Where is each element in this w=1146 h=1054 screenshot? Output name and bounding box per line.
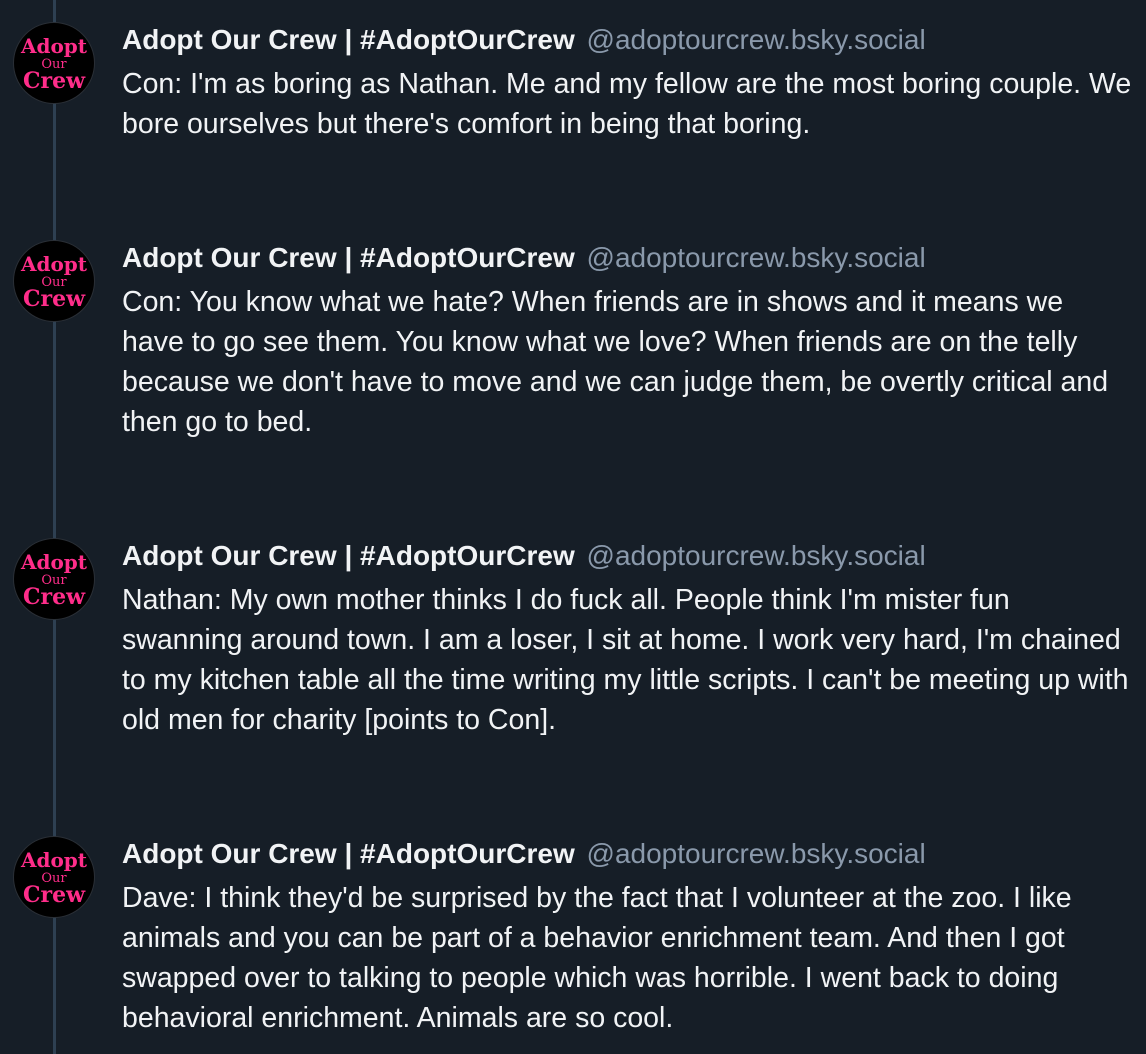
post-header: Adopt Our Crew | #AdoptOurCrew @adoptour… <box>122 20 1132 60</box>
svg-text:Adopt: Adopt <box>20 848 88 872</box>
avatar[interactable]: Adopt Our Crew <box>13 538 95 620</box>
adopt-our-crew-logo-icon: Adopt Our Crew <box>20 34 88 94</box>
svg-text:Crew: Crew <box>23 286 86 312</box>
avatar[interactable]: Adopt Our Crew <box>13 240 95 322</box>
adopt-our-crew-logo-icon: Adopt Our Crew <box>20 848 88 908</box>
post-header: Adopt Our Crew | #AdoptOurCrew @adoptour… <box>122 238 1132 278</box>
svg-text:Crew: Crew <box>23 882 86 908</box>
display-name[interactable]: Adopt Our Crew | #AdoptOurCrew <box>122 838 575 869</box>
display-name[interactable]: Adopt Our Crew | #AdoptOurCrew <box>122 242 575 273</box>
svg-text:Crew: Crew <box>23 584 86 610</box>
post-header: Adopt Our Crew | #AdoptOurCrew @adoptour… <box>122 834 1132 874</box>
post-text: Dave: I think they'd be surprised by the… <box>122 882 1072 1034</box>
adopt-our-crew-logo-icon: Adopt Our Crew <box>20 550 88 610</box>
display-name[interactable]: Adopt Our Crew | #AdoptOurCrew <box>122 540 575 571</box>
post-text: Con: I'm as boring as Nathan. Me and my … <box>122 68 1132 140</box>
post-content: Adopt Our Crew | #AdoptOurCrew @adoptour… <box>122 20 1132 144</box>
post-header: Adopt Our Crew | #AdoptOurCrew @adoptour… <box>122 536 1132 576</box>
post-content: Adopt Our Crew | #AdoptOurCrew @adoptour… <box>122 536 1132 740</box>
svg-text:Adopt: Adopt <box>20 34 88 58</box>
svg-text:Adopt: Adopt <box>20 252 88 276</box>
display-name[interactable]: Adopt Our Crew | #AdoptOurCrew <box>122 24 575 55</box>
post-content: Adopt Our Crew | #AdoptOurCrew @adoptour… <box>122 238 1132 442</box>
svg-text:Crew: Crew <box>23 68 86 94</box>
handle[interactable]: @adoptourcrew.bsky.social <box>587 242 926 273</box>
avatar[interactable]: Adopt Our Crew <box>13 22 95 104</box>
adopt-our-crew-logo-icon: Adopt Our Crew <box>20 252 88 312</box>
post-content: Adopt Our Crew | #AdoptOurCrew @adoptour… <box>122 834 1132 1038</box>
thread: Adopt Our Crew Adopt Our Crew | #AdoptOu… <box>0 0 1146 1054</box>
post-text: Con: You know what we hate? When friends… <box>122 286 1109 438</box>
avatar[interactable]: Adopt Our Crew <box>13 836 95 918</box>
svg-text:Adopt: Adopt <box>20 550 88 574</box>
handle[interactable]: @adoptourcrew.bsky.social <box>587 838 926 869</box>
handle[interactable]: @adoptourcrew.bsky.social <box>587 24 926 55</box>
post-text: Nathan: My own mother thinks I do fuck a… <box>122 584 1129 736</box>
handle[interactable]: @adoptourcrew.bsky.social <box>587 540 926 571</box>
